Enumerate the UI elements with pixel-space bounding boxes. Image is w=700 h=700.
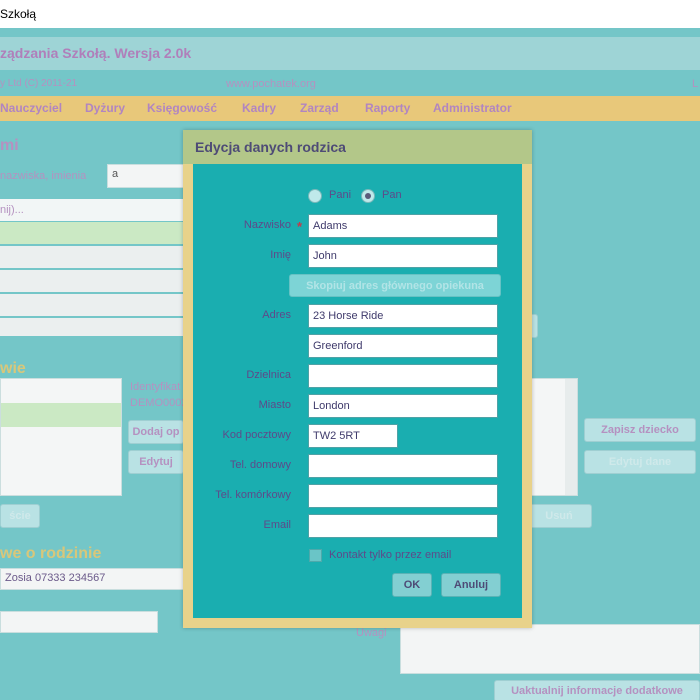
surname-field[interactable]: Adams (308, 214, 498, 238)
update-info-button[interactable]: Uaktualnij informacje dodatkowe (494, 680, 700, 700)
dialog-title-bar: Edycja danych rodzica (183, 130, 532, 164)
mobile-phone-label: Tel. komórkowy (215, 489, 291, 501)
app-header: ządzania Szkołą. Wersja 2.0k (0, 37, 700, 70)
app-url-link[interactable]: www.pochatek.org (226, 78, 316, 90)
save-child-button[interactable]: Zapisz dziecko (584, 418, 696, 442)
cancel-button[interactable]: Anuluj (441, 573, 501, 597)
home-phone-field[interactable] (308, 454, 498, 478)
address-label: Adres (262, 309, 291, 321)
email-only-checkbox[interactable] (309, 549, 322, 562)
list-item[interactable] (1, 403, 121, 427)
list-header-text: nij)... (0, 204, 24, 216)
family-info-field[interactable]: Zosia 07333 234567 (0, 568, 185, 590)
app-title: ządzania Szkołą. Wersja 2.0k (0, 45, 192, 61)
dialog-title: Edycja danych rodzica (195, 139, 346, 155)
search-label: nazwiska, imienia (0, 170, 87, 182)
district-field[interactable] (308, 364, 498, 388)
city-field[interactable]: London (308, 394, 498, 418)
copy-main-guardian-address-button[interactable]: Skopiuj adres głównego opiekuna (289, 274, 501, 297)
family-extra-field[interactable] (0, 611, 158, 633)
menu-item-ksiegowosc[interactable]: Księgowość (147, 101, 217, 115)
postcode-label: Kod pocztowy (222, 429, 291, 441)
delete-button[interactable]: Usuń (526, 504, 592, 528)
identyfikator-label: Identyfikat (130, 381, 181, 393)
surname-label: Nazwisko (243, 219, 291, 231)
window-title-bar: Szkołą (0, 0, 700, 28)
menu-item-zarzad[interactable]: Zarząd (300, 101, 339, 115)
email-field[interactable] (308, 514, 498, 538)
mobile-phone-field[interactable] (308, 484, 498, 508)
home-phone-label: Tel. domowy (229, 459, 291, 471)
address-line2-field[interactable]: Greenford (308, 334, 498, 358)
menu-item-administrator[interactable]: Administrator (433, 101, 512, 115)
scrollbar[interactable] (565, 379, 577, 495)
list-item[interactable] (0, 294, 190, 316)
menu-item-nauczyciel[interactable]: Nauczyciel (0, 101, 62, 115)
radio-pan-label: Pan (382, 189, 402, 201)
section-title-children: wie (0, 360, 26, 377)
radio-pani-label: Pani (329, 189, 352, 201)
bg-left-button[interactable]: ście (0, 504, 40, 528)
email-only-label: Kontakt tylko przez email (329, 549, 452, 561)
email-label: Email (263, 519, 291, 531)
first-name-field[interactable]: John (308, 244, 498, 268)
list-item[interactable] (0, 318, 190, 336)
list-item[interactable] (0, 246, 190, 268)
app-copyright: y Ltd (C) 2011-21 (0, 78, 78, 89)
edit-child-button[interactable]: Edytuj dane (584, 450, 696, 474)
menu-item-kadry[interactable]: Kadry (242, 101, 276, 115)
menu-item-dyzury[interactable]: Dyżury (85, 101, 125, 115)
menu-item-raporty[interactable]: Raporty (365, 101, 410, 115)
notes-textarea[interactable] (400, 624, 700, 674)
required-mark: * (297, 219, 303, 234)
first-name-label: Imię (270, 249, 291, 261)
section-title-family: we o rodzinie (0, 545, 102, 562)
list-header-row: nij)... (0, 199, 190, 221)
window-title: Szkołą (0, 7, 37, 21)
section-title-parents: mi (0, 137, 19, 154)
search-input[interactable]: a (107, 164, 185, 188)
notes-label: Uwagi (356, 627, 387, 639)
radio-pani[interactable] (308, 189, 322, 203)
city-label: Miasto (258, 399, 291, 411)
postcode-field[interactable]: TW2 5RT (308, 424, 398, 448)
app-right-initial: L (692, 78, 699, 90)
address-line1-field[interactable]: 23 Horse Ride (308, 304, 498, 328)
list-item[interactable] (0, 222, 190, 244)
ok-button[interactable]: OK (392, 573, 432, 597)
district-label: Dzielnica (246, 369, 291, 381)
list-item[interactable] (0, 270, 190, 292)
children-list[interactable] (0, 378, 122, 496)
radio-pan[interactable] (361, 189, 375, 203)
